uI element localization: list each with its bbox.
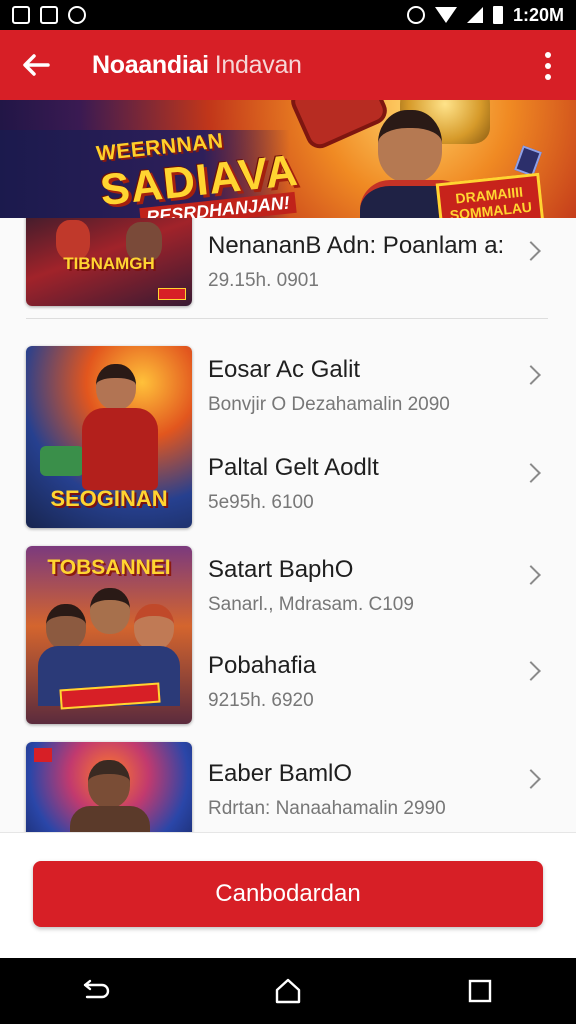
character-head bbox=[46, 604, 86, 650]
item-subtitle: 9215h. 6920 bbox=[208, 690, 314, 711]
status-time: 1:20M bbox=[512, 4, 564, 25]
wifi-icon bbox=[434, 7, 457, 23]
game-thumbnail[interactable]: SEOGINAN bbox=[26, 346, 192, 528]
chevron-right-icon bbox=[521, 769, 541, 789]
status-right-icons: 1:20M bbox=[406, 4, 564, 26]
divider bbox=[26, 318, 548, 319]
chevron-right-icon bbox=[521, 463, 541, 483]
item-title: NenananB Adn: Poanlam a: bbox=[208, 232, 505, 259]
phone-icon bbox=[12, 6, 30, 24]
back-arrow-icon bbox=[23, 54, 50, 76]
item-subtitle: Sanarl., Mdrasam. C109 bbox=[208, 594, 414, 615]
dot-icon bbox=[545, 52, 551, 58]
thumbnail-tag bbox=[34, 748, 52, 762]
thumbnail-title: TOBSANNEI bbox=[47, 556, 171, 579]
thumbnail-title: SEOGINAN bbox=[50, 486, 168, 511]
game-thumbnail[interactable] bbox=[26, 742, 192, 832]
chevron-right-icon bbox=[521, 365, 541, 385]
overflow-menu-button[interactable] bbox=[542, 52, 554, 80]
app-bar: Noaandiai Indavan bbox=[0, 30, 576, 100]
primary-action-button[interactable]: Canbodardan bbox=[33, 861, 543, 927]
character-body bbox=[82, 408, 158, 490]
list-item[interactable]: Paltal Gelt Aodlt 5e95h. 6100 bbox=[208, 454, 568, 534]
image-icon bbox=[40, 6, 58, 24]
car-illustration bbox=[40, 446, 84, 476]
item-title: Paltal Gelt Aodlt bbox=[208, 454, 379, 481]
list-item[interactable]: Pobahafia 9215h. 6920 bbox=[208, 652, 568, 732]
item-title: Eosar Ac Galit bbox=[208, 356, 361, 383]
home-icon bbox=[275, 978, 301, 1004]
character-head bbox=[88, 760, 130, 808]
item-subtitle: 29.15h. 0901 bbox=[208, 270, 319, 291]
page-title-sub: Indavan bbox=[214, 50, 302, 79]
battery-icon bbox=[492, 6, 503, 24]
back-icon bbox=[83, 979, 110, 999]
item-title: Eaber BamlO bbox=[208, 760, 353, 787]
recents-icon bbox=[468, 979, 492, 1003]
back-button[interactable] bbox=[16, 45, 56, 85]
system-navigation-bar bbox=[0, 958, 576, 1024]
bottom-action-area: Canbodardan bbox=[0, 832, 576, 958]
chevron-right-icon bbox=[521, 565, 541, 585]
item-title: Pobahafia bbox=[208, 652, 317, 679]
thumbnail-tag bbox=[158, 288, 186, 300]
character-head bbox=[96, 364, 136, 410]
list-item[interactable]: Eaber BamlO Rdrtan: Nanaahamalin 2990 bbox=[208, 760, 568, 832]
dot-icon bbox=[545, 63, 551, 69]
clock-icon bbox=[68, 6, 86, 24]
nav-back-button[interactable] bbox=[66, 961, 126, 1021]
list-item[interactable]: Satart BaphO Sanarl., Mdrasam. C109 bbox=[208, 556, 568, 636]
character-head bbox=[90, 588, 130, 634]
list-item[interactable]: NenananB Adn: Poanlam a: 29.15h. 0901 bbox=[208, 232, 568, 312]
item-title: Satart BaphO bbox=[208, 556, 354, 583]
character-body bbox=[70, 806, 150, 832]
game-list[interactable]: TIBNAMGH NenananB Adn: Poanlam a: 29.15h… bbox=[0, 218, 576, 832]
page-title: Noaandiai Indavan bbox=[92, 51, 302, 80]
signal-icon bbox=[466, 7, 483, 23]
item-subtitle: Bonvjir O Dezahamalin 2090 bbox=[208, 394, 450, 415]
item-subtitle: Rdrtan: Nanaahamalin 2990 bbox=[208, 798, 446, 819]
list-item[interactable]: Eosar Ac Galit Bonvjir O Dezahamalin 209… bbox=[208, 356, 568, 436]
alarm-icon bbox=[406, 6, 425, 24]
page-title-main: Noaandiai bbox=[92, 50, 209, 79]
dot-icon bbox=[545, 74, 551, 80]
status-bar: 1:20M bbox=[0, 0, 576, 30]
status-left-icons bbox=[12, 6, 86, 24]
game-thumbnail[interactable]: TIBNAMGH bbox=[26, 218, 192, 306]
item-subtitle: 5e95h. 6100 bbox=[208, 492, 314, 513]
chevron-right-icon bbox=[521, 661, 541, 681]
hero-head bbox=[378, 110, 442, 182]
character-head bbox=[134, 604, 174, 650]
nav-home-button[interactable] bbox=[258, 961, 318, 1021]
game-thumbnail[interactable]: TOBSANNEI bbox=[26, 546, 192, 724]
chevron-right-icon bbox=[521, 241, 541, 261]
thumbnail-title: TIBNAMGH bbox=[63, 254, 155, 273]
nav-recents-button[interactable] bbox=[450, 961, 510, 1021]
